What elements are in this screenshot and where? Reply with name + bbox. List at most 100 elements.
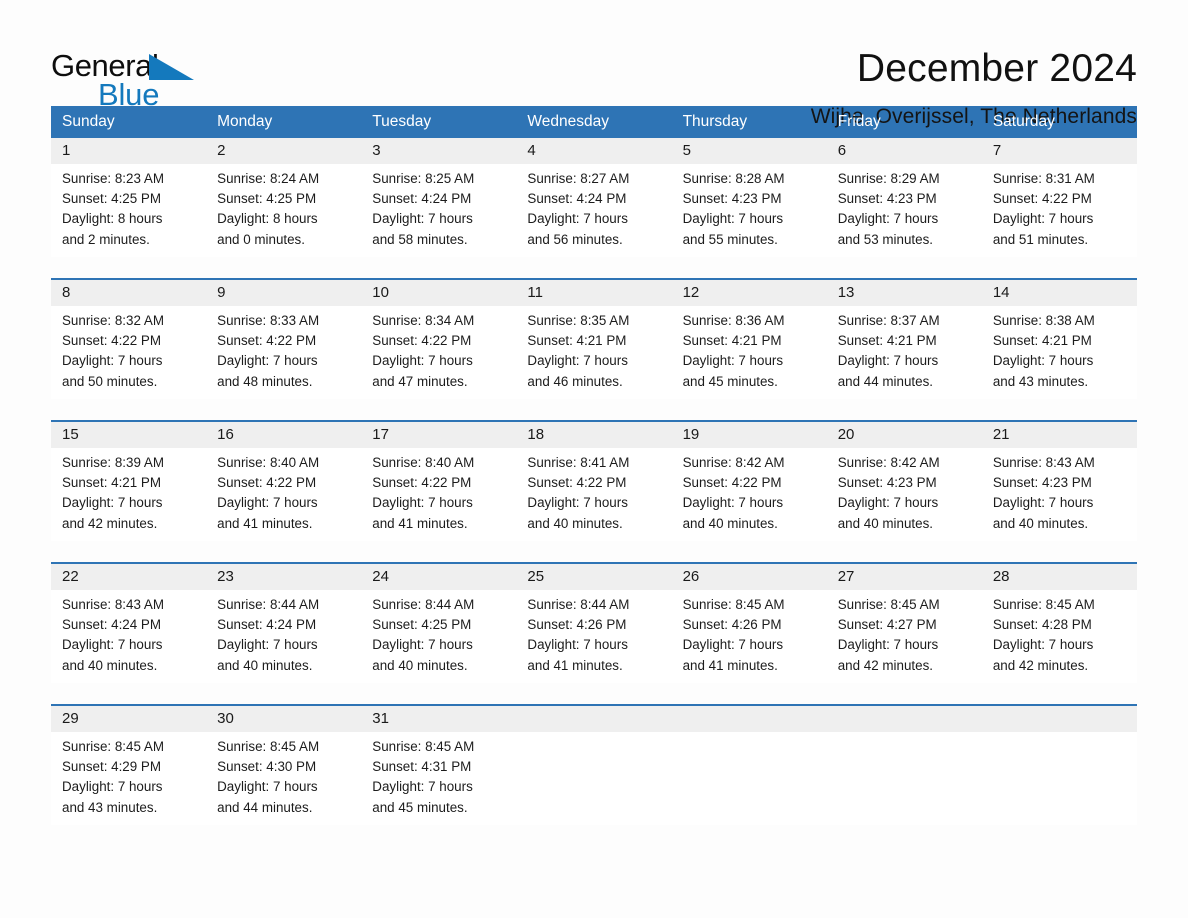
day-number-30[interactable]: 30: [206, 706, 361, 732]
day-daylight-line1-text: Daylight: 7 hours: [372, 779, 473, 795]
day-number-8[interactable]: 8: [51, 280, 206, 306]
calendar-week-row: 29 30 31 Sunrise: 8:45 AM Sunset: 4:29 PM Day…: [51, 704, 1137, 825]
day-cell-14[interactable]: Sunrise: 8:38 AM Sunset: 4:21 PM Daylight:…: [982, 311, 1137, 399]
weekday-header-wednesday: Wednesday: [527, 113, 609, 130]
day-daylight-line1-text: Daylight: 7 hours: [837, 353, 939, 369]
day-daylight-line1-text: Daylight: 7 hours: [62, 353, 163, 369]
day-number-26[interactable]: 26: [672, 564, 827, 590]
day-cell-29[interactable]: Sunrise: 8:45 AM Sunset: 4:29 PM Daylight:…: [51, 737, 206, 825]
day-cell-2[interactable]: Sunrise: 8:24 AM Sunset: 4:25 PM Daylight:…: [206, 169, 361, 257]
day-cell-25[interactable]: Sunrise: 8:44 AM Sunset: 4:26 PM Daylight:…: [516, 595, 671, 683]
day-cell-27[interactable]: Sunrise: 8:45 AM Sunset: 4:27 PM Daylight:…: [827, 595, 982, 683]
day-daylight-line2-text: and 44 minutes.: [217, 799, 313, 815]
day-sunrise-text: Sunrise: 8:43 AM: [62, 597, 164, 612]
day-cell-18[interactable]: Sunrise: 8:41 AM Sunset: 4:22 PM Daylight:…: [516, 453, 671, 541]
day-cell-20[interactable]: Sunrise: 8:42 AM Sunset: 4:23 PM Daylight:…: [827, 453, 982, 541]
day-cell-7[interactable]: Sunrise: 8:31 AM Sunset: 4:22 PM Daylight:…: [982, 169, 1137, 257]
generalblue-logo[interactable]: General Blue: [51, 46, 201, 112]
day-daylight-line1-text: Daylight: 8 hours: [217, 211, 318, 227]
day-number-17[interactable]: 17: [361, 422, 516, 448]
day-sunrise-text: Sunrise: 8:45 AM: [682, 597, 785, 612]
day-daylight-line2-text: and 40 minutes.: [217, 657, 313, 673]
day-daylight-line2-text: and 40 minutes.: [372, 657, 468, 673]
day-number-21[interactable]: 21: [982, 422, 1137, 448]
day-sunrise-text: Sunrise: 8:44 AM: [217, 597, 320, 612]
day-number-empty: [827, 706, 982, 732]
day-daylight-line2-text: and 40 minutes.: [527, 515, 623, 531]
day-cell-15[interactable]: Sunrise: 8:39 AM Sunset: 4:21 PM Daylight:…: [51, 453, 206, 541]
day-number-23[interactable]: 23: [206, 564, 361, 590]
day-number-1[interactable]: 1: [51, 138, 206, 164]
day-sunrise-text: Sunrise: 8:42 AM: [682, 455, 785, 470]
day-daylight-line2-text: and 51 minutes.: [992, 231, 1089, 247]
day-number-19[interactable]: 19: [672, 422, 827, 448]
day-cell-30[interactable]: Sunrise: 8:45 AM Sunset: 4:30 PM Daylight:…: [206, 737, 361, 825]
day-daylight-line1-text: Daylight: 7 hours: [217, 637, 318, 653]
day-number-31[interactable]: 31: [361, 706, 516, 732]
day-cell-9[interactable]: Sunrise: 8:33 AM Sunset: 4:22 PM Daylight:…: [206, 311, 361, 399]
day-number-14[interactable]: 14: [982, 280, 1137, 306]
day-number-13[interactable]: 13: [827, 280, 982, 306]
day-sunset-text: Sunset: 4:22 PM: [527, 475, 627, 491]
day-sunset-text: Sunset: 4:23 PM: [837, 191, 937, 207]
day-number-15[interactable]: 15: [51, 422, 206, 448]
day-cell-23[interactable]: Sunrise: 8:44 AM Sunset: 4:24 PM Daylight:…: [206, 595, 361, 683]
day-cell-19[interactable]: Sunrise: 8:42 AM Sunset: 4:22 PM Daylight:…: [672, 453, 827, 541]
day-sunrise-text: Sunrise: 8:45 AM: [372, 739, 475, 754]
day-cell-1[interactable]: Sunrise: 8:23 AM Sunset: 4:25 PM Daylight:…: [51, 169, 206, 257]
day-number-18[interactable]: 18: [516, 422, 671, 448]
weekday-header-saturday: Saturday: [992, 113, 1055, 130]
day-number-27[interactable]: 27: [827, 564, 982, 590]
day-sunrise-text: Sunrise: 8:45 AM: [837, 597, 940, 612]
week-day-numbers: 22 23 24 25 26 27 28: [51, 564, 1137, 590]
day-number-10[interactable]: 10: [361, 280, 516, 306]
day-daylight-line2-text: and 45 minutes.: [682, 373, 778, 389]
day-number-12[interactable]: 12: [672, 280, 827, 306]
day-number-7[interactable]: 7: [982, 138, 1137, 164]
day-number-11[interactable]: 11: [516, 280, 671, 306]
day-number-6[interactable]: 6: [827, 138, 982, 164]
day-cell-4[interactable]: Sunrise: 8:27 AM Sunset: 4:24 PM Daylight:…: [516, 169, 671, 257]
day-number-24[interactable]: 24: [361, 564, 516, 590]
day-cell-6[interactable]: Sunrise: 8:29 AM Sunset: 4:23 PM Daylight:…: [827, 169, 982, 257]
day-number-29[interactable]: 29: [51, 706, 206, 732]
day-cell-5[interactable]: Sunrise: 8:28 AM Sunset: 4:23 PM Daylight:…: [672, 169, 827, 257]
day-number-9[interactable]: 9: [206, 280, 361, 306]
day-cell-16[interactable]: Sunrise: 8:40 AM Sunset: 4:22 PM Daylight:…: [206, 453, 361, 541]
calendar-week-row: 1 2 3 4 5 6 7 Sunrise: 8:23 AM Sunset: 4:25 PM Da…: [51, 138, 1137, 257]
day-sunset-text: Sunset: 4:21 PM: [527, 333, 627, 349]
day-cell-17[interactable]: Sunrise: 8:40 AM Sunset: 4:22 PM Daylight:…: [361, 453, 516, 541]
day-number-2[interactable]: 2: [206, 138, 361, 164]
day-number-3[interactable]: 3: [361, 138, 516, 164]
day-number-16[interactable]: 16: [206, 422, 361, 448]
day-cell-11[interactable]: Sunrise: 8:35 AM Sunset: 4:21 PM Daylight:…: [516, 311, 671, 399]
day-number-22[interactable]: 22: [51, 564, 206, 590]
day-cell-10[interactable]: Sunrise: 8:34 AM Sunset: 4:22 PM Daylight:…: [361, 311, 516, 399]
weekday-header-thursday: Thursday: [682, 113, 748, 130]
day-number-25[interactable]: 25: [516, 564, 671, 590]
day-cell-3[interactable]: Sunrise: 8:25 AM Sunset: 4:24 PM Daylight:…: [361, 169, 516, 257]
day-daylight-line2-text: and 42 minutes.: [837, 657, 933, 673]
day-cell-22[interactable]: Sunrise: 8:43 AM Sunset: 4:24 PM Daylight:…: [51, 595, 206, 683]
day-daylight-line1-text: Daylight: 7 hours: [682, 495, 784, 511]
day-daylight-line1-text: Daylight: 8 hours: [62, 211, 163, 227]
day-daylight-line1-text: Daylight: 7 hours: [992, 211, 1094, 227]
day-cell-8[interactable]: Sunrise: 8:32 AM Sunset: 4:22 PM Daylight:…: [51, 311, 206, 399]
day-cell-21[interactable]: Sunrise: 8:43 AM Sunset: 4:23 PM Daylight:…: [982, 453, 1137, 541]
day-sunrise-text: Sunrise: 8:31 AM: [992, 171, 1095, 186]
day-number-20[interactable]: 20: [827, 422, 982, 448]
day-daylight-line2-text: and 40 minutes.: [837, 515, 933, 531]
day-sunrise-text: Sunrise: 8:32 AM: [62, 313, 164, 328]
day-number-4[interactable]: 4: [516, 138, 671, 164]
day-cell-12[interactable]: Sunrise: 8:36 AM Sunset: 4:21 PM Daylight:…: [672, 311, 827, 399]
day-cell-13[interactable]: Sunrise: 8:37 AM Sunset: 4:21 PM Daylight:…: [827, 311, 982, 399]
day-sunset-text: Sunset: 4:24 PM: [217, 617, 317, 633]
day-cell-28[interactable]: Sunrise: 8:45 AM Sunset: 4:28 PM Daylight:…: [982, 595, 1137, 683]
day-number-5[interactable]: 5: [672, 138, 827, 164]
day-number-28[interactable]: 28: [982, 564, 1137, 590]
day-cell-24[interactable]: Sunrise: 8:44 AM Sunset: 4:25 PM Daylight:…: [361, 595, 516, 683]
weekday-header-friday: Friday: [837, 113, 881, 130]
day-sunset-text: Sunset: 4:29 PM: [62, 759, 161, 775]
day-cell-31[interactable]: Sunrise: 8:45 AM Sunset: 4:31 PM Daylight:…: [361, 737, 516, 825]
day-cell-26[interactable]: Sunrise: 8:45 AM Sunset: 4:26 PM Daylight:…: [672, 595, 827, 683]
